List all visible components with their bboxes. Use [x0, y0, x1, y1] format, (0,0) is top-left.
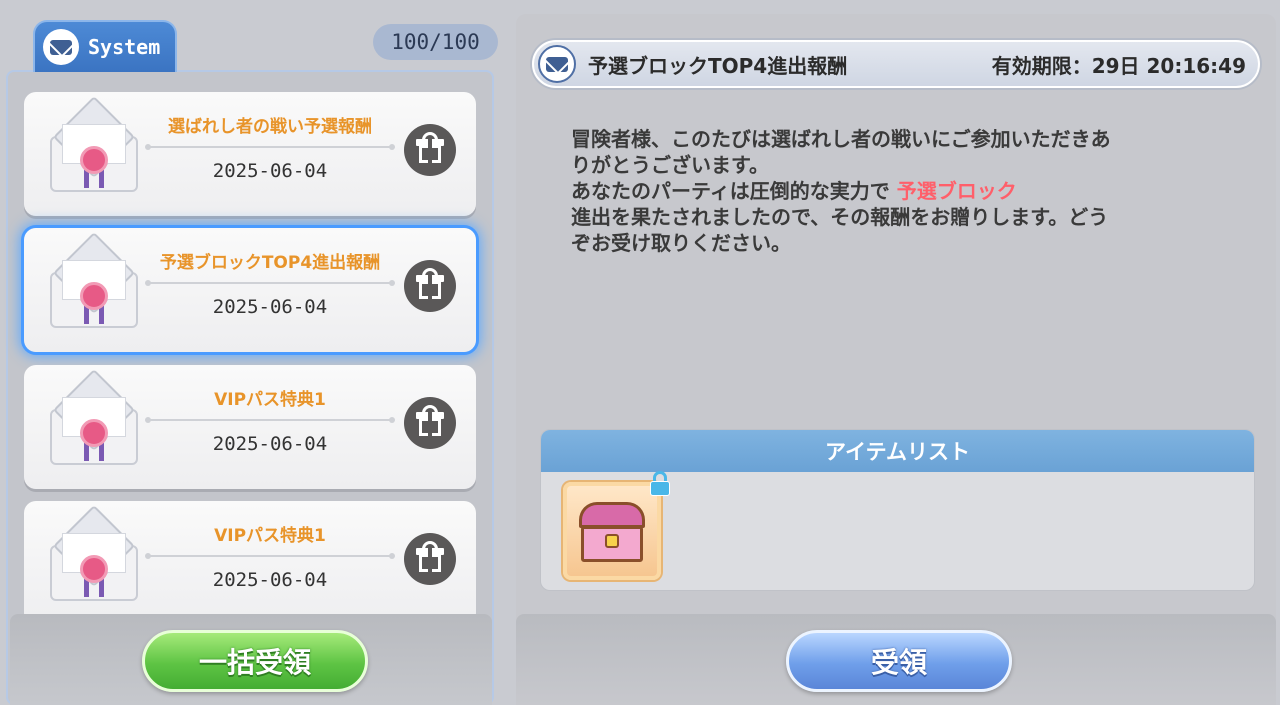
mail-date: 2025-06-04 [212, 569, 328, 591]
mail-date: 2025-06-04 [212, 160, 328, 182]
receive-button[interactable]: 受領 [786, 630, 1012, 692]
envelope-seal-icon [50, 95, 138, 192]
expiry-timer: 有効期限：29日 20:16:49 [991, 53, 1246, 78]
mail-count-badge: 100/100 [373, 24, 498, 60]
divider [145, 417, 395, 423]
lock-icon [649, 471, 671, 497]
message-highlight: 予選ブロック [896, 179, 1017, 203]
mail-list-item[interactable]: VIPパス特典1 2025-06-04 [24, 365, 476, 489]
tab-system-label: System [88, 35, 161, 59]
message-line: 冒険者様、このたびは選ばれし者の戦いにご参加いただきあ [571, 127, 1111, 151]
envelope-seal-icon [50, 368, 138, 465]
gift-icon [404, 260, 456, 312]
mail-date: 2025-06-04 [212, 433, 328, 455]
gift-icon [404, 533, 456, 585]
bulk-receive-button[interactable]: 一括受領 [142, 630, 368, 692]
envelope-seal-icon [50, 504, 138, 601]
envelope-seal-icon [50, 231, 138, 328]
gift-icon [404, 397, 456, 449]
mail-title: 予選ブロックTOP4進出報酬 [159, 253, 381, 273]
mail-list-item[interactable]: VIPパス特典1 2025-06-04 [24, 501, 476, 625]
item-list-header: アイテムリスト [541, 430, 1254, 472]
tab-system[interactable]: System [33, 20, 177, 72]
mail-list-item[interactable]: 選ばれし者の戦い予選報酬 2025-06-04 [24, 92, 476, 216]
mail-list-item-selected[interactable]: 予選ブロックTOP4進出報酬 2025-06-04 [24, 228, 476, 352]
message-line: ぞお受け取りください。 [571, 231, 791, 255]
message-body: 冒険者様、このたびは選ばれし者の戦いにご参加いただきあ りがとうございます。 あ… [571, 126, 1243, 256]
message-line: りがとうございます。 [571, 153, 769, 177]
message-line: 進出を果たされましたので、その報酬をお贈りします。どう [571, 205, 1109, 229]
message-text: あなたのパーティは圧倒的な実力で [571, 179, 890, 203]
item-list-box: アイテムリスト [540, 429, 1255, 591]
mail-title: VIPパス特典1 [214, 526, 326, 546]
item-slot[interactable] [563, 482, 661, 580]
detail-header: 予選ブロックTOP4進出報酬 有効期限：29日 20:16:49 [532, 40, 1260, 88]
divider [145, 280, 395, 286]
message-line: あなたのパーティは圧倒的な実力で 予選ブロック [571, 178, 1243, 204]
mail-icon [43, 29, 79, 65]
detail-title: 予選ブロックTOP4進出報酬 [588, 53, 848, 78]
mail-title: VIPパス特典1 [214, 390, 326, 410]
mail-detail-panel [516, 14, 1276, 705]
mail-date: 2025-06-04 [212, 296, 328, 318]
divider [145, 553, 395, 559]
gift-icon [404, 124, 456, 176]
divider [145, 144, 395, 150]
mail-title: 選ばれし者の戦い予選報酬 [168, 117, 372, 137]
mail-icon [538, 45, 576, 83]
treasure-chest-icon [579, 502, 645, 562]
